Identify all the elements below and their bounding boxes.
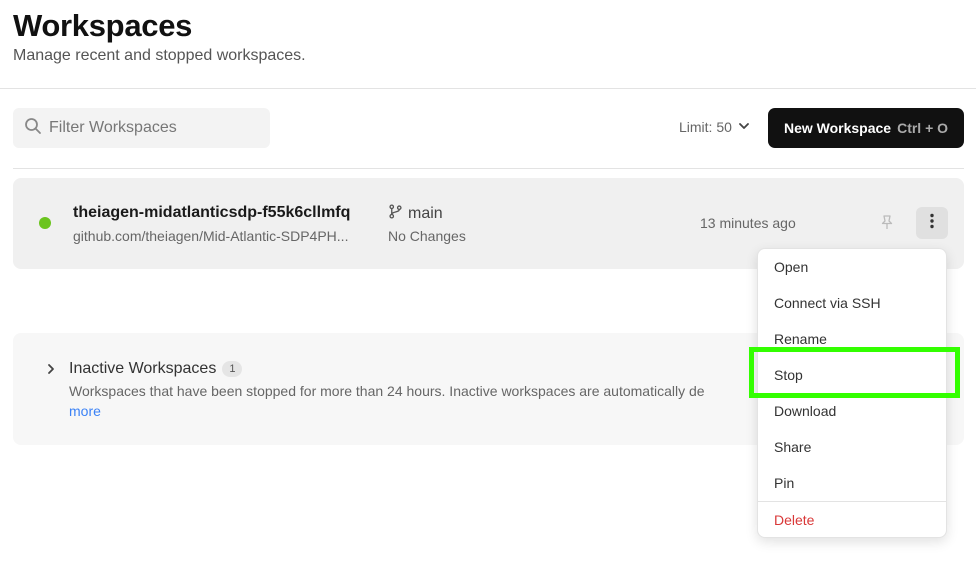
- inactive-title: Inactive Workspaces: [69, 360, 217, 377]
- chevron-right-icon[interactable]: [45, 362, 57, 374]
- learn-more-link[interactable]: more: [69, 403, 101, 419]
- new-workspace-label: New Workspace: [783, 120, 892, 136]
- search-input[interactable]: [49, 119, 269, 137]
- inactive-description: Workspaces that have been stopped for mo…: [69, 383, 705, 399]
- menu-item-connect-ssh[interactable]: Connect via SSH: [774, 295, 881, 311]
- workspace-repo: github.com/theiagen/Mid-Atlantic-SDP4PH.…: [73, 228, 349, 244]
- limit-dropdown[interactable]: Limit: 50: [679, 119, 750, 135]
- kebab-menu-icon: [930, 213, 934, 234]
- page-title: Workspaces: [13, 8, 193, 43]
- menu-separator: [758, 501, 946, 502]
- menu-item-open[interactable]: Open: [774, 259, 808, 275]
- menu-item-download[interactable]: Download: [774, 403, 836, 419]
- inactive-count-badge: 1: [222, 361, 243, 377]
- branch-icon: [388, 204, 408, 224]
- page-subtitle: Manage recent and stopped workspaces.: [13, 47, 306, 64]
- inactive-workspaces-header[interactable]: Inactive Workspaces 1: [69, 360, 243, 378]
- workspace-time: 13 minutes ago: [700, 215, 796, 231]
- shortcut-hint: Ctrl + O: [897, 120, 949, 136]
- menu-item-stop[interactable]: Stop: [774, 367, 803, 383]
- list-divider: [13, 168, 964, 169]
- limit-label: Limit: 50: [679, 119, 732, 135]
- menu-item-pin[interactable]: Pin: [774, 475, 794, 491]
- menu-item-share[interactable]: Share: [774, 439, 811, 455]
- more-options-button[interactable]: [916, 207, 948, 239]
- branch-name: main: [408, 205, 443, 222]
- menu-item-delete[interactable]: Delete: [774, 512, 814, 528]
- search-icon: [24, 117, 42, 140]
- pin-icon[interactable]: [879, 214, 895, 230]
- menu-item-rename[interactable]: Rename: [774, 331, 827, 347]
- workspace-name[interactable]: theiagen-midatlanticsdp-f55k6cllmfq: [73, 204, 350, 222]
- workspace-changes: No Changes: [388, 228, 466, 244]
- search-box[interactable]: [13, 108, 270, 148]
- workspace-branch: main: [388, 204, 443, 224]
- workspace-context-menu: Open Connect via SSH Rename Stop Downloa…: [757, 248, 947, 538]
- new-workspace-button[interactable]: New Workspace Ctrl + O: [768, 108, 964, 148]
- running-status-dot: [39, 217, 51, 229]
- chevron-down-icon: [732, 119, 750, 135]
- header-divider: [0, 88, 976, 89]
